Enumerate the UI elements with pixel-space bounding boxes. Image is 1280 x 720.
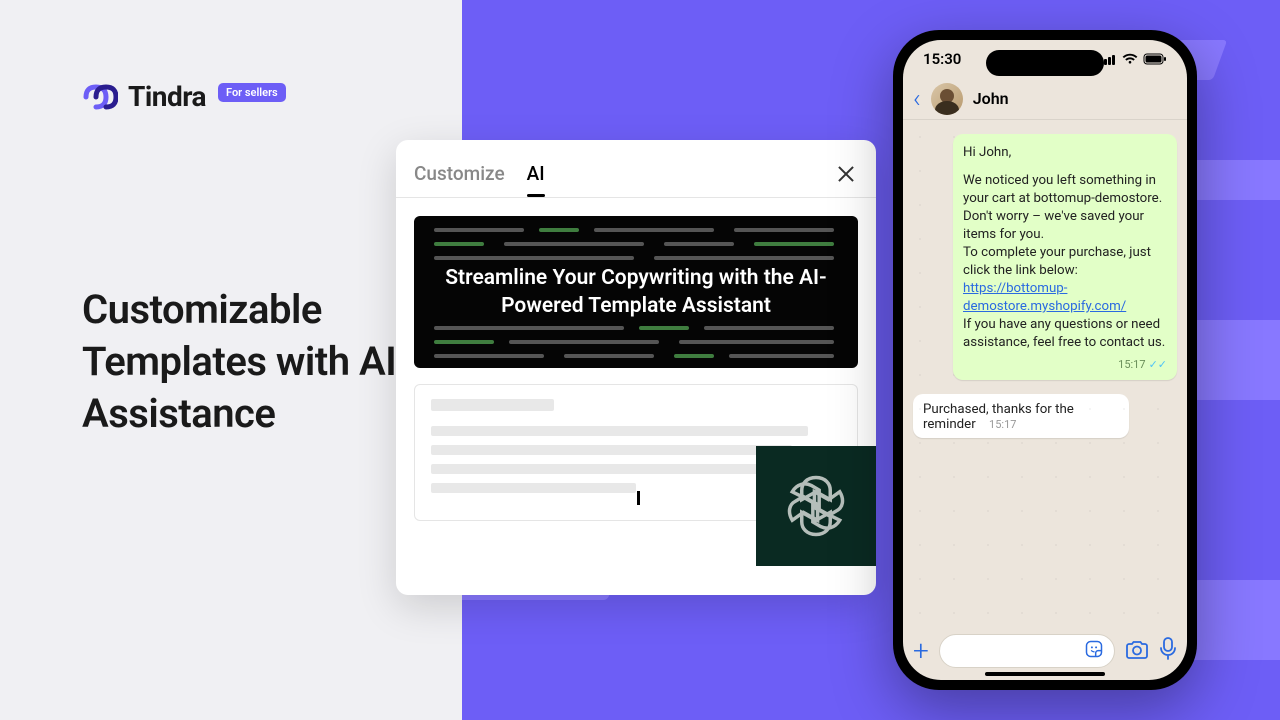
skeleton-line (431, 426, 808, 436)
camera-icon[interactable] (1125, 638, 1149, 664)
divider (396, 197, 876, 198)
msg-line: We noticed you left something in your ca… (963, 172, 1167, 208)
phone-notch (986, 50, 1104, 76)
banner-headline: Streamline Your Copywriting with the AI-… (436, 264, 836, 320)
brand-badge: For sellers (218, 83, 286, 102)
page-headline: Customizable Templates with AI Assistanc… (82, 284, 402, 440)
openai-icon (778, 468, 854, 544)
phone-mockup: 15:30 ‹ John Hi John, We noticed you lef… (893, 30, 1197, 690)
status-time: 15:30 (923, 50, 961, 68)
incoming-message: Purchased, thanks for the reminder 15:17 (913, 394, 1129, 438)
back-chevron-icon[interactable]: ‹ (913, 86, 921, 112)
msg-meta: 15:17 (989, 418, 1016, 431)
msg-line: Don't worry – we've saved your items for… (963, 208, 1167, 244)
tab-ai[interactable]: AI (527, 162, 545, 197)
brand-logo-mark (82, 83, 118, 111)
panel-tabs: Customize AI (414, 162, 545, 197)
msg-link[interactable]: https://bottomup-demostore.myshopify.com… (963, 281, 1126, 314)
typing-cursor (637, 491, 640, 505)
battery-icon (1143, 53, 1167, 65)
close-icon[interactable] (834, 162, 858, 186)
tab-customize[interactable]: Customize (414, 162, 505, 197)
msg-line: To complete your purchase, just click th… (963, 244, 1167, 316)
contact-avatar[interactable] (931, 83, 963, 115)
brand-logo: Tindra For sellers (82, 80, 286, 113)
brand-name: Tindra (128, 80, 206, 113)
sticker-icon[interactable] (1084, 639, 1104, 663)
msg-greeting: Hi John, (963, 144, 1167, 162)
home-indicator (985, 672, 1105, 676)
outgoing-message: Hi John, We noticed you left something i… (953, 134, 1177, 380)
skeleton-line (431, 399, 554, 411)
msg-meta: 15:17✓✓ (963, 356, 1167, 374)
msg-line: If you have any questions or need assist… (963, 316, 1167, 352)
skeleton-line (431, 464, 800, 474)
message-input[interactable] (939, 634, 1115, 668)
signal-icon (1100, 54, 1117, 65)
wifi-icon (1122, 53, 1138, 65)
phone-screen: 15:30 ‹ John Hi John, We noticed you lef… (903, 40, 1187, 680)
openai-logo-tile (756, 446, 876, 566)
read-ticks-icon: ✓✓ (1149, 358, 1167, 371)
mic-icon[interactable] (1159, 637, 1177, 665)
contact-name[interactable]: John (973, 89, 1009, 108)
skeleton-line (431, 483, 636, 493)
chat-header: ‹ John (903, 78, 1187, 120)
skeleton-line (431, 445, 792, 455)
ai-banner: Streamline Your Copywriting with the AI-… (414, 216, 858, 368)
attach-plus-icon[interactable]: + (913, 637, 929, 665)
chat-body: Hi John, We noticed you left something i… (903, 120, 1187, 628)
